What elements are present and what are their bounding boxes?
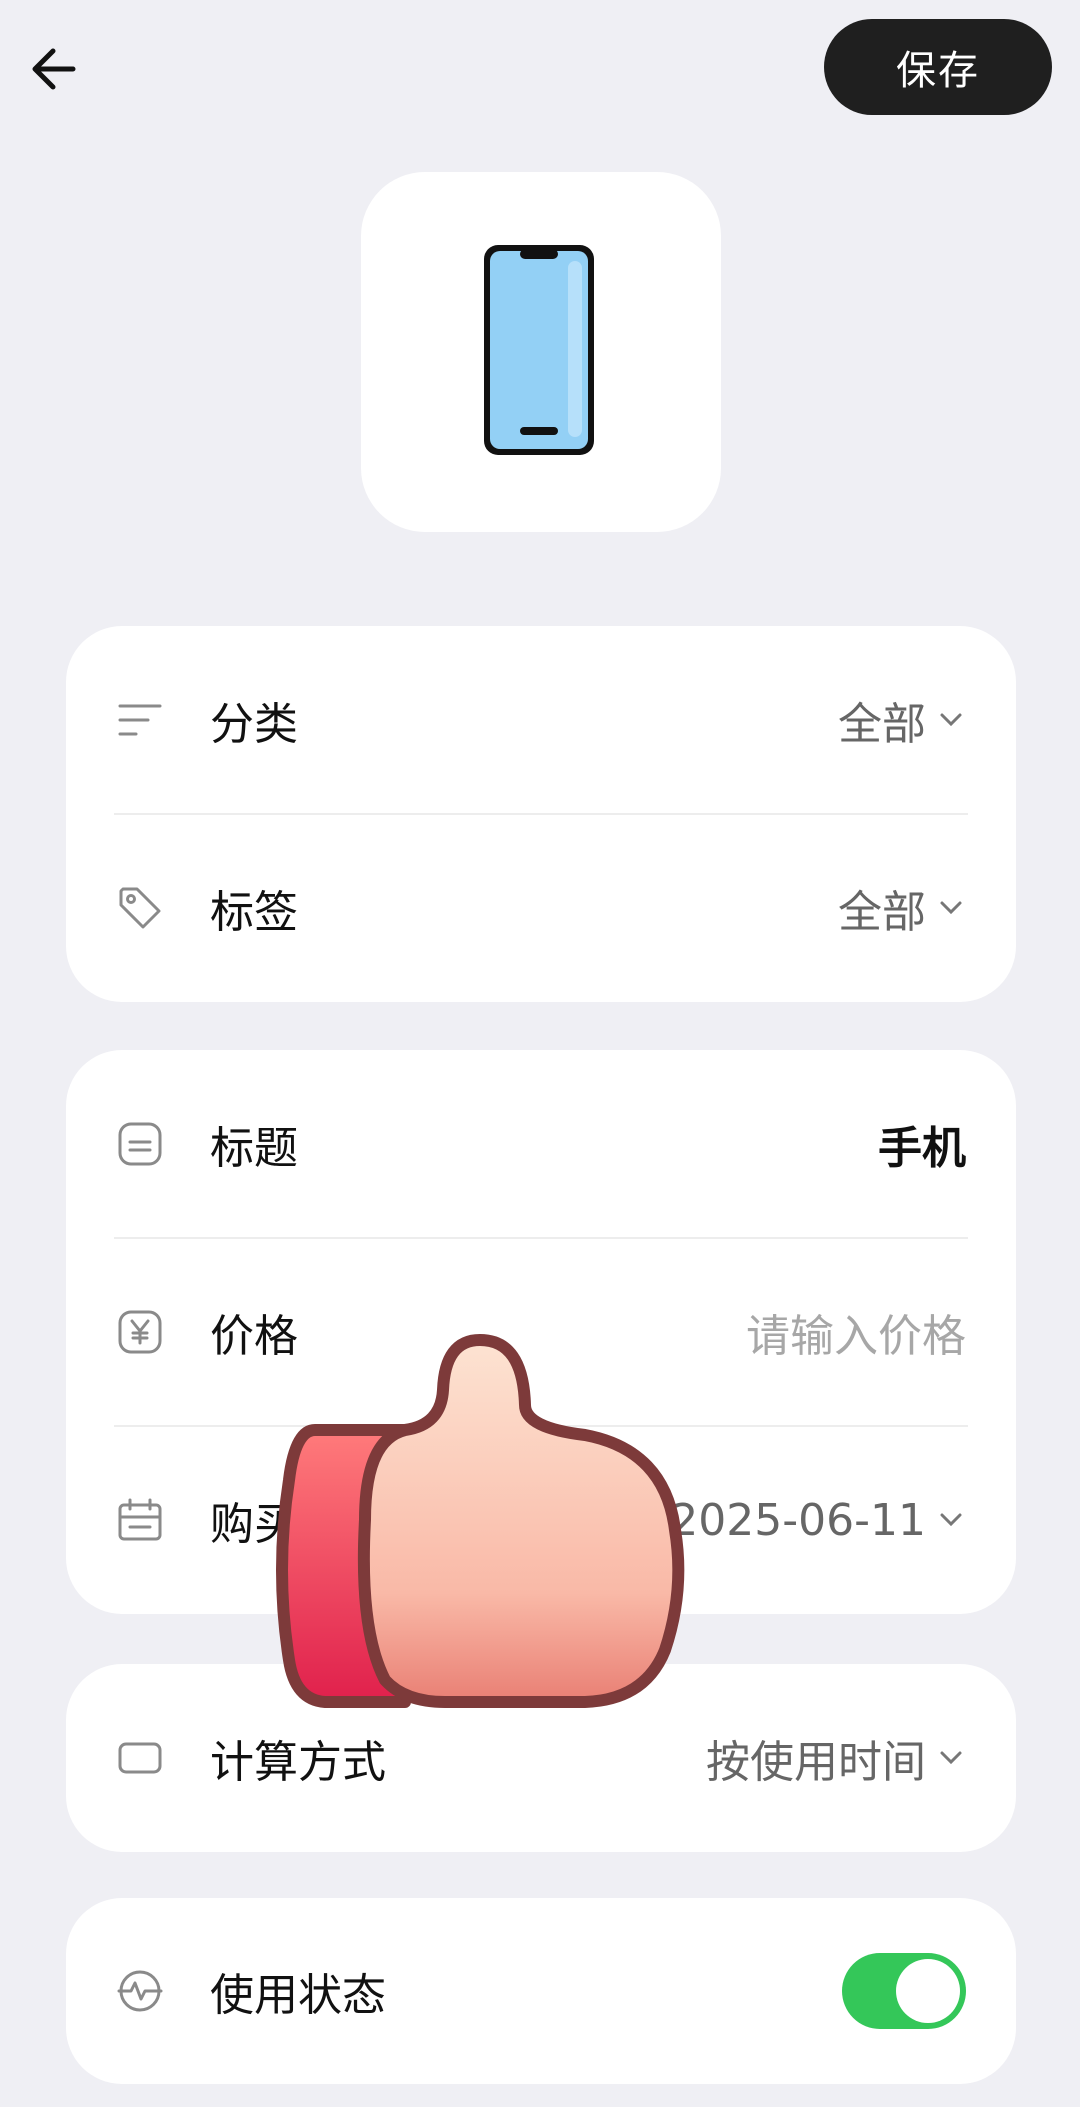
chevron-down-icon xyxy=(940,901,962,915)
usage-status-label: 使用状态 xyxy=(210,1970,386,2021)
title-row[interactable]: 标题 手机 xyxy=(66,1050,1016,1238)
tag-icon xyxy=(116,884,164,932)
smartphone-icon xyxy=(484,245,594,455)
price-input[interactable]: 请输入价格 xyxy=(746,1300,966,1364)
usage-status-card: 使用状态 xyxy=(66,1898,1016,2084)
yuan-icon xyxy=(116,1308,164,1356)
arrow-left-icon xyxy=(32,48,76,90)
tag-row[interactable]: 标签 全部 xyxy=(66,814,1016,1002)
usage-status-row: 使用状态 xyxy=(66,1898,1016,2084)
thumbs-up-icon xyxy=(276,1334,685,1708)
tag-value[interactable]: 全部 xyxy=(838,876,966,940)
category-value[interactable]: 全部 xyxy=(838,688,966,752)
chevron-down-icon xyxy=(940,1513,962,1527)
calendar-icon xyxy=(116,1496,164,1544)
category-row[interactable]: 分类 全部 xyxy=(66,626,1016,814)
back-button[interactable] xyxy=(22,36,88,102)
calculation-method-value[interactable]: 按使用时间 xyxy=(706,1726,966,1790)
item-icon-tile[interactable] xyxy=(361,172,721,532)
category-label: 分类 xyxy=(210,699,298,750)
sort-lines-icon xyxy=(116,696,164,744)
calculation-method-text: 按使用时间 xyxy=(706,1737,926,1788)
title-value[interactable]: 手机 xyxy=(878,1112,966,1176)
tag-label: 标签 xyxy=(210,887,298,938)
category-value-text: 全部 xyxy=(838,699,926,750)
toggle-knob xyxy=(896,1959,960,2023)
chevron-down-icon xyxy=(940,1751,962,1765)
pulse-icon xyxy=(116,1967,164,2015)
chevron-down-icon xyxy=(940,713,962,727)
tag-value-text: 全部 xyxy=(838,887,926,938)
title-icon xyxy=(116,1120,164,1168)
title-label: 标题 xyxy=(210,1123,298,1174)
calculation-icon xyxy=(116,1734,164,1782)
save-button[interactable]: 保存 xyxy=(824,19,1052,115)
category-tag-card: 分类 全部 标签 全部 xyxy=(66,626,1016,1002)
usage-status-toggle[interactable] xyxy=(842,1953,966,2029)
